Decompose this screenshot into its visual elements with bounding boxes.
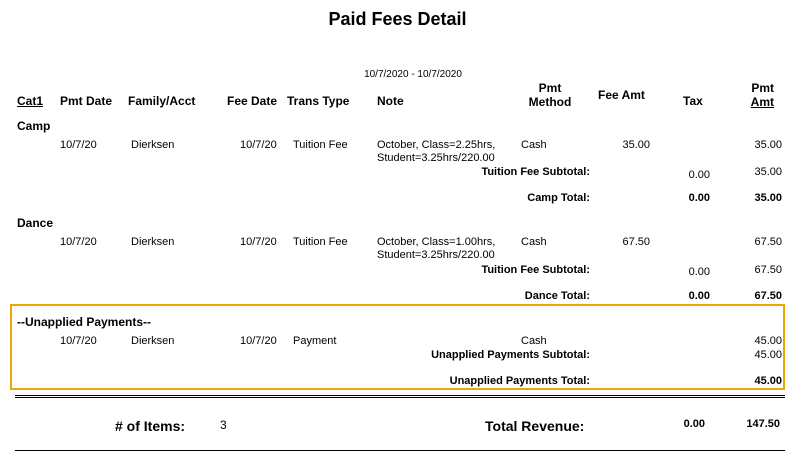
col-family-acct: Family/Acct	[128, 94, 196, 108]
cell-pmt-date: 10/7/20	[60, 236, 97, 248]
cell-note-line2: Student=3.25hrs/220.00	[377, 152, 495, 164]
cell-method: Cash	[521, 236, 547, 248]
subtotal-tax: 0.00	[688, 266, 710, 278]
items-label: # of Items:	[115, 418, 186, 434]
footer-divider-top	[15, 395, 785, 396]
col-pmt-method-line2: Method	[528, 95, 572, 109]
date-range: 10/7/2020 - 10/7/2020	[364, 69, 462, 80]
col-pmt-method-line1: Pmt	[538, 81, 562, 95]
subtotal-label: Tuition Fee Subtotal:	[481, 166, 590, 178]
cell-family: Dierksen	[131, 139, 175, 151]
subtotal-amt: 67.50	[754, 264, 782, 276]
cell-family: Dierksen	[131, 335, 175, 347]
cell-pmt-amt: 67.50	[754, 236, 782, 248]
group-total-amt: 35.00	[754, 192, 782, 204]
footer-divider-top-2	[15, 397, 785, 398]
group-name: --Unapplied Payments--	[17, 315, 152, 329]
subtotal-label: Tuition Fee Subtotal:	[481, 264, 590, 276]
subtotal-amt: 35.00	[754, 166, 782, 178]
col-note: Note	[377, 94, 404, 108]
col-fee-amt: Fee Amt	[598, 88, 645, 102]
cell-fee-amt: 67.50	[622, 236, 650, 248]
footer-divider-bottom	[15, 450, 785, 451]
col-pmt-amt-line1: Pmt	[751, 81, 774, 95]
group-total-tax: 0.00	[688, 290, 710, 302]
cell-pmt-date: 10/7/20	[60, 139, 97, 151]
group-total-amt: 45.00	[754, 375, 782, 387]
items-count: 3	[220, 418, 227, 432]
total-revenue-tax: 0.00	[683, 418, 705, 430]
group-total-label: Camp Total:	[527, 192, 590, 204]
group-total-label: Unapplied Payments Total:	[449, 375, 590, 387]
group-total-tax: 0.00	[688, 192, 710, 204]
col-trans-type: Trans Type	[287, 94, 350, 108]
cell-pmt-date: 10/7/20	[60, 335, 97, 347]
col-tax: Tax	[683, 94, 703, 108]
cell-fee-date: 10/7/20	[240, 139, 277, 151]
cell-trans-type: Tuition Fee	[293, 139, 348, 151]
total-revenue-amt: 147.50	[746, 418, 780, 430]
cell-pmt-amt: 45.00	[754, 335, 782, 347]
cell-note-line2: Student=3.25hrs/220.00	[377, 249, 495, 261]
group-total-amt: 67.50	[754, 290, 782, 302]
cell-family: Dierksen	[131, 236, 175, 248]
cell-method: Cash	[521, 335, 547, 347]
group-name: Camp	[17, 119, 51, 133]
cell-note-line1: October, Class=2.25hrs,	[377, 139, 496, 151]
cell-pmt-amt: 35.00	[754, 139, 782, 151]
cell-trans-type: Payment	[293, 335, 337, 347]
col-pmt-date: Pmt Date	[60, 94, 113, 108]
group-name: Dance	[17, 216, 54, 230]
cell-method: Cash	[521, 139, 547, 151]
cell-fee-amt: 35.00	[622, 139, 650, 151]
subtotal-tax: 0.00	[688, 169, 710, 181]
group-total-label: Dance Total:	[524, 290, 590, 302]
col-pmt-amt-line2: Amt	[750, 95, 774, 109]
col-fee-date: Fee Date	[227, 94, 278, 108]
cell-note-line1: October, Class=1.00hrs,	[377, 236, 496, 248]
cell-trans-type: Tuition Fee	[293, 236, 348, 248]
cell-fee-date: 10/7/20	[240, 335, 277, 347]
subtotal-amt: 45.00	[754, 349, 782, 361]
col-cat1: Cat1	[17, 94, 44, 108]
subtotal-label: Unapplied Payments Subtotal:	[431, 349, 590, 361]
cell-fee-date: 10/7/20	[240, 236, 277, 248]
total-revenue-label: Total Revenue:	[485, 418, 585, 434]
report-title: Paid Fees Detail	[328, 9, 467, 29]
